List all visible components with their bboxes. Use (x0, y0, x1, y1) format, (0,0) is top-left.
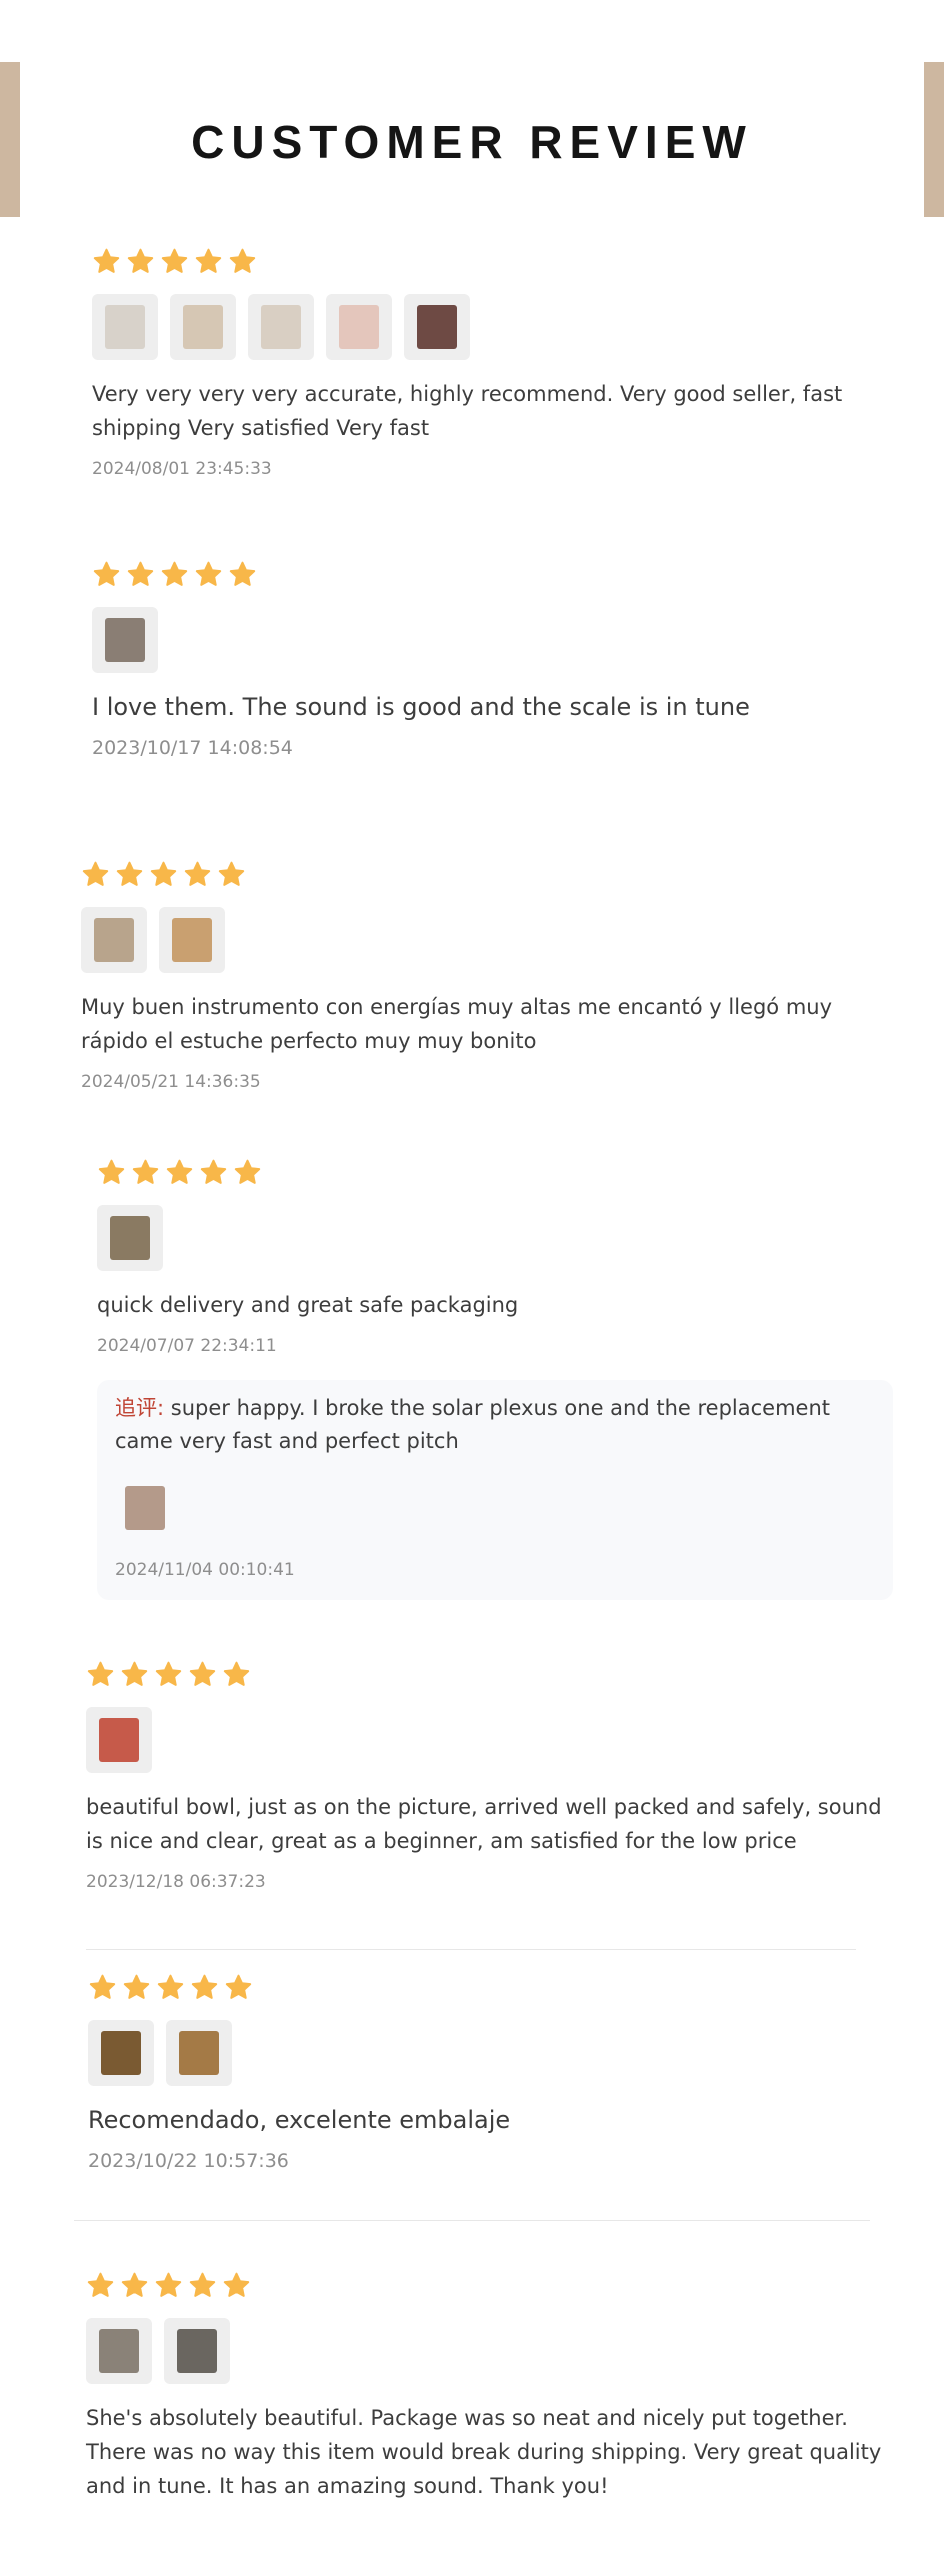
review-photo-thumbnail[interactable] (92, 607, 158, 673)
review-item: Muy buen instrumento con energías muy al… (81, 859, 901, 1094)
review-text: beautiful bowl, just as on the picture, … (86, 1795, 882, 1853)
review-date: 2024/07/07 22:34:11 (97, 1336, 277, 1356)
review-date: 2024/05/21 14:36:35 (81, 1072, 261, 1092)
review-date: 2023/10/22 10:57:36 (88, 2150, 289, 2172)
review-text: quick delivery and great safe packaging (97, 1293, 519, 1317)
review-photo-thumbnail[interactable] (166, 2020, 232, 2086)
followup-review: 追评: super happy. I broke the solar plexu… (97, 1380, 893, 1600)
star-icon (229, 248, 256, 273)
review-photo-thumbnail[interactable] (404, 294, 470, 360)
followup-photo-thumbnail[interactable] (115, 1478, 175, 1538)
star-icon (161, 248, 188, 273)
star-icon (195, 561, 222, 586)
review-item: I love them. The sound is good and the s… (92, 559, 892, 760)
star-icon (157, 1974, 184, 1999)
star-icon (93, 561, 120, 586)
star-icon (184, 861, 211, 886)
review-photo-thumbnail[interactable] (164, 2318, 230, 2384)
star-rating (97, 1157, 897, 1187)
star-icon (218, 861, 245, 886)
star-icon (229, 561, 256, 586)
review-item: She's absolutely beautiful. Package was … (86, 2270, 896, 2503)
review-photo-thumbnail[interactable] (248, 294, 314, 360)
review-date: 2023/12/18 06:37:23 (86, 1872, 266, 1892)
review-photos (81, 907, 901, 973)
star-icon (121, 1661, 148, 1686)
review-photo-thumbnail[interactable] (97, 1205, 163, 1271)
review-photo-thumbnail[interactable] (86, 2318, 152, 2384)
star-rating (92, 246, 892, 276)
review-text: Very very very very accurate, highly rec… (92, 382, 843, 440)
review-photos (86, 1707, 886, 1773)
star-icon (89, 1974, 116, 1999)
star-icon (166, 1159, 193, 1184)
star-icon (93, 248, 120, 273)
star-icon (127, 561, 154, 586)
review-date: 2023/10/17 14:08:54 (92, 737, 293, 759)
star-icon (150, 861, 177, 886)
review-photo-thumbnail[interactable] (159, 907, 225, 973)
review-photo-thumbnail[interactable] (81, 907, 147, 973)
followup-label: 追评: (115, 1396, 165, 1420)
star-icon (223, 2272, 250, 2297)
star-icon (127, 248, 154, 273)
star-icon (234, 1159, 261, 1184)
review-text: I love them. The sound is good and the s… (92, 693, 750, 721)
review-item: Recomendado, excelente embalaje 2023/10/… (88, 1972, 888, 2173)
review-item: Very very very very accurate, highly rec… (92, 246, 892, 481)
review-text: Recomendado, excelente embalaje (88, 2106, 511, 2134)
star-icon (189, 1661, 216, 1686)
review-photo-thumbnail[interactable] (86, 1707, 152, 1773)
star-rating (86, 1659, 886, 1689)
star-icon (87, 2272, 114, 2297)
review-photos (88, 2020, 888, 2086)
star-icon (161, 561, 188, 586)
review-photos (92, 607, 892, 673)
review-photo-thumbnail[interactable] (88, 2020, 154, 2086)
review-photos (86, 2318, 896, 2384)
star-icon (200, 1159, 227, 1184)
followup-body: super happy. I broke the solar plexus on… (115, 1396, 831, 1453)
star-icon (82, 861, 109, 886)
review-divider (74, 2220, 870, 2221)
star-rating (88, 1972, 888, 2002)
review-photo-thumbnail[interactable] (92, 294, 158, 360)
review-photos (97, 1205, 897, 1271)
review-photo-thumbnail[interactable] (326, 294, 392, 360)
review-photos (92, 294, 892, 360)
review-item: quick delivery and great safe packaging … (97, 1157, 897, 1358)
star-icon (116, 861, 143, 886)
star-icon (87, 1661, 114, 1686)
star-icon (121, 2272, 148, 2297)
star-icon (225, 1974, 252, 1999)
star-icon (189, 2272, 216, 2297)
star-rating (86, 2270, 896, 2300)
review-photo-thumbnail[interactable] (170, 294, 236, 360)
star-icon (195, 248, 222, 273)
star-rating (92, 559, 892, 589)
star-icon (98, 1159, 125, 1184)
star-icon (123, 1974, 150, 1999)
review-item: beautiful bowl, just as on the picture, … (86, 1659, 886, 1894)
review-text: Muy buen instrumento con energías muy al… (81, 995, 833, 1053)
review-divider (86, 1949, 856, 1950)
review-date: 2024/08/01 23:45:33 (92, 459, 272, 479)
review-text: She's absolutely beautiful. Package was … (86, 2406, 882, 2498)
followup-date: 2024/11/04 00:10:41 (115, 1560, 295, 1580)
star-icon (155, 2272, 182, 2297)
star-icon (132, 1159, 159, 1184)
star-icon (191, 1974, 218, 1999)
star-icon (223, 1661, 250, 1686)
star-icon (155, 1661, 182, 1686)
page-title: CUSTOMER REVIEW (191, 116, 753, 168)
followup-text: 追评: super happy. I broke the solar plexu… (115, 1392, 875, 1458)
star-rating (81, 859, 901, 889)
